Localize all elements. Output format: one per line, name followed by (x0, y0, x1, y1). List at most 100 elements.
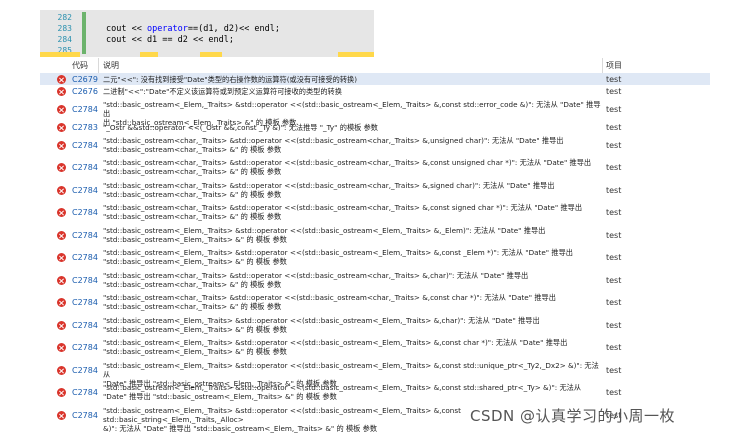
error-description-line: "std::basic_ostream<_Elem,_Traits> &" 的 … (103, 325, 287, 334)
error-code-link[interactable]: C2784 (72, 253, 98, 262)
error-row[interactable]: C2784 "std::basic_ostream<_Elem,_Traits> … (40, 359, 710, 388)
error-row[interactable]: C2784 "std::basic_ostream<char,_Traits> &… (40, 179, 710, 201)
error-row[interactable]: C2676 二进制"<<":"Date"不定义该运算符或到预定义运算符可接收的类型… (40, 85, 710, 98)
error-icon (57, 141, 66, 150)
error-description-line: "std::basic_ostream<char,_Traits> &" 的 模… (103, 145, 282, 154)
error-icon (57, 163, 66, 172)
line-number: 282 (57, 13, 72, 22)
error-description-line: "std::basic_ostream<_Elem,_Traits> &std:… (103, 100, 601, 118)
error-code-link[interactable]: C2784 (72, 105, 98, 114)
error-description-line: "std::basic_ostream<_Elem,_Traits> &std:… (103, 316, 540, 325)
scroll-marker (338, 52, 374, 57)
error-description-line: "Date" 推导出 "std::basic_ostream<_Elem,_Tr… (103, 392, 337, 401)
error-code-link[interactable]: C2783 (72, 123, 98, 132)
column-divider[interactable] (98, 58, 99, 73)
scroll-marker (40, 52, 80, 57)
error-project: test (606, 388, 622, 397)
error-description-line: "std::basic_ostream<char,_Traits> &" 的 模… (103, 167, 282, 176)
error-code-link[interactable]: C2784 (72, 186, 98, 195)
line-number: 284 (57, 35, 72, 44)
code-editor[interactable]: 282 283 284 285 cout << operator==(d1, d… (40, 10, 374, 57)
error-description-line: "std::basic_ostream<_Elem,_Traits> &std:… (103, 338, 568, 347)
column-header-description[interactable]: 说明 (103, 60, 119, 71)
error-description: "std::basic_ostream<char,_Traits> &std::… (103, 136, 603, 154)
scroll-marker (200, 52, 222, 57)
error-project: test (606, 87, 622, 96)
error-description: "std::basic_ostream<char,_Traits> &std::… (103, 203, 603, 221)
error-description: "std::basic_ostream<_Elem,_Traits> &std:… (103, 226, 603, 244)
error-icon (57, 343, 66, 352)
error-description-line: "std::basic_ostream<char,_Traits> &" 的 模… (103, 302, 282, 311)
error-description-line: "std::basic_ostream<char,_Traits> &std::… (103, 136, 564, 145)
error-description: "_Ostr &&std::operator <<(_Ostr &&,const… (103, 123, 603, 132)
error-code-link[interactable]: C2784 (72, 411, 98, 420)
error-description-line: "std::basic_ostream<_Elem,_Traits> &std:… (103, 383, 582, 392)
error-icon (57, 276, 66, 285)
error-description-line: "std::basic_ostream<char,_Traits> &std::… (103, 181, 555, 190)
error-icon (57, 321, 66, 330)
line-number: 283 (57, 24, 72, 33)
error-code-link[interactable]: C2784 (72, 321, 98, 330)
error-project: test (606, 186, 622, 195)
error-code-link[interactable]: C2679 (72, 75, 98, 84)
error-row[interactable]: C2784 "std::basic_ostream<char,_Traits> &… (40, 291, 710, 314)
code-line[interactable]: cout << operator==(d1, d2)<< endl; (106, 24, 280, 34)
column-header-code[interactable]: 代码 (72, 60, 88, 71)
error-description-line: "std::basic_ostream<_Elem,_Traits> &" 的 … (103, 347, 287, 356)
error-code-link[interactable]: C2784 (72, 366, 98, 375)
code-line[interactable]: cout << d1 == d2 << endl; (106, 35, 234, 45)
error-description-line: "std::basic_ostream<_Elem,_Traits> &" 的 … (103, 235, 287, 244)
column-header-project[interactable]: 项目 (606, 60, 622, 71)
error-project: test (606, 141, 622, 150)
error-description-line: "std::basic_ostream<char,_Traits> &" 的 模… (103, 212, 282, 221)
error-project: test (606, 343, 622, 352)
error-description: 二进制"<<":"Date"不定义该运算符或到预定义运算符可接收的类型的转换 (103, 87, 603, 96)
error-project: test (606, 208, 622, 217)
error-description-line: "std::basic_ostream<_Elem,_Traits> &" 的 … (103, 257, 287, 266)
error-row[interactable]: C2784 "std::basic_ostream<_Elem,_Traits> … (40, 336, 710, 359)
error-row[interactable]: C2784 "std::basic_ostream<char,_Traits> &… (40, 201, 710, 224)
error-row[interactable]: C2784 "std::basic_ostream<_Elem,_Traits> … (40, 224, 710, 246)
error-icon (57, 186, 66, 195)
error-description: "std::basic_ostream<char,_Traits> &std::… (103, 271, 603, 289)
error-list[interactable]: 代码 说明 项目 C2679 二元"<<": 没有找到接受"Date"类型的右操作… (40, 58, 710, 433)
error-code-link[interactable]: C2676 (72, 87, 98, 96)
error-row[interactable]: C2783 "_Ostr &&std::operator <<(_Ostr &&,… (40, 121, 710, 134)
error-project: test (606, 231, 622, 240)
error-row[interactable]: C2784 "std::basic_ostream<char,_Traits> &… (40, 156, 710, 179)
error-code-link[interactable]: C2784 (72, 276, 98, 285)
error-row[interactable]: C2784 "std::basic_ostream<char,_Traits> &… (40, 134, 710, 156)
error-row[interactable]: C2784 "std::basic_ostream<_Elem,_Traits> … (40, 98, 710, 127)
error-description: "std::basic_ostream<_Elem,_Traits> &std:… (103, 383, 603, 401)
error-row[interactable]: C2784 "std::basic_ostream<_Elem,_Traits> … (40, 381, 710, 404)
error-row[interactable]: C2679 二元"<<": 没有找到接受"Date"类型的右操作数的运算符(或没有… (40, 73, 710, 85)
error-code-link[interactable]: C2784 (72, 231, 98, 240)
watermark: CSDN @认真学习的小周一枚 (470, 407, 676, 425)
error-description-line: "std::basic_ostream<_Elem,_Traits> &std:… (103, 248, 573, 257)
error-project: test (606, 163, 622, 172)
editor-scroll-markers (40, 52, 374, 57)
error-project: test (606, 366, 622, 375)
error-description-line: "std::basic_ostream<char,_Traits> &std::… (103, 158, 592, 167)
error-code-link[interactable]: C2784 (72, 388, 98, 397)
error-code-link[interactable]: C2784 (72, 141, 98, 150)
error-description: "std::basic_ostream<_Elem,_Traits> &std:… (103, 248, 603, 266)
error-project: test (606, 298, 622, 307)
error-description-line: "std::basic_ostream<char,_Traits> &std::… (103, 293, 556, 302)
error-code-link[interactable]: C2784 (72, 298, 98, 307)
error-code-link[interactable]: C2784 (72, 208, 98, 217)
error-row[interactable]: C2784 "std::basic_ostream<_Elem,_Traits> … (40, 314, 710, 336)
error-code-link[interactable]: C2784 (72, 163, 98, 172)
column-divider[interactable] (602, 58, 603, 73)
error-description: 二元"<<": 没有找到接受"Date"类型的右操作数的运算符(或没有可接受的转… (103, 75, 603, 84)
error-description-line: "std::basic_ostream<char,_Traits> &" 的 模… (103, 190, 282, 199)
error-row[interactable]: C2784 "std::basic_ostream<char,_Traits> &… (40, 269, 710, 291)
error-code-link[interactable]: C2784 (72, 343, 98, 352)
error-description-line: "_Ostr &&std::operator <<(_Ostr &&,const… (103, 123, 378, 132)
line-number-gutter: 282 283 284 285 (40, 10, 86, 57)
scroll-marker (140, 52, 158, 57)
error-description-line: 二元"<<": 没有找到接受"Date"类型的右操作数的运算符(或没有可接受的转… (103, 75, 358, 84)
error-row[interactable]: C2784 "std::basic_ostream<_Elem,_Traits> … (40, 246, 710, 269)
error-project: test (606, 276, 622, 285)
error-icon (57, 366, 66, 375)
